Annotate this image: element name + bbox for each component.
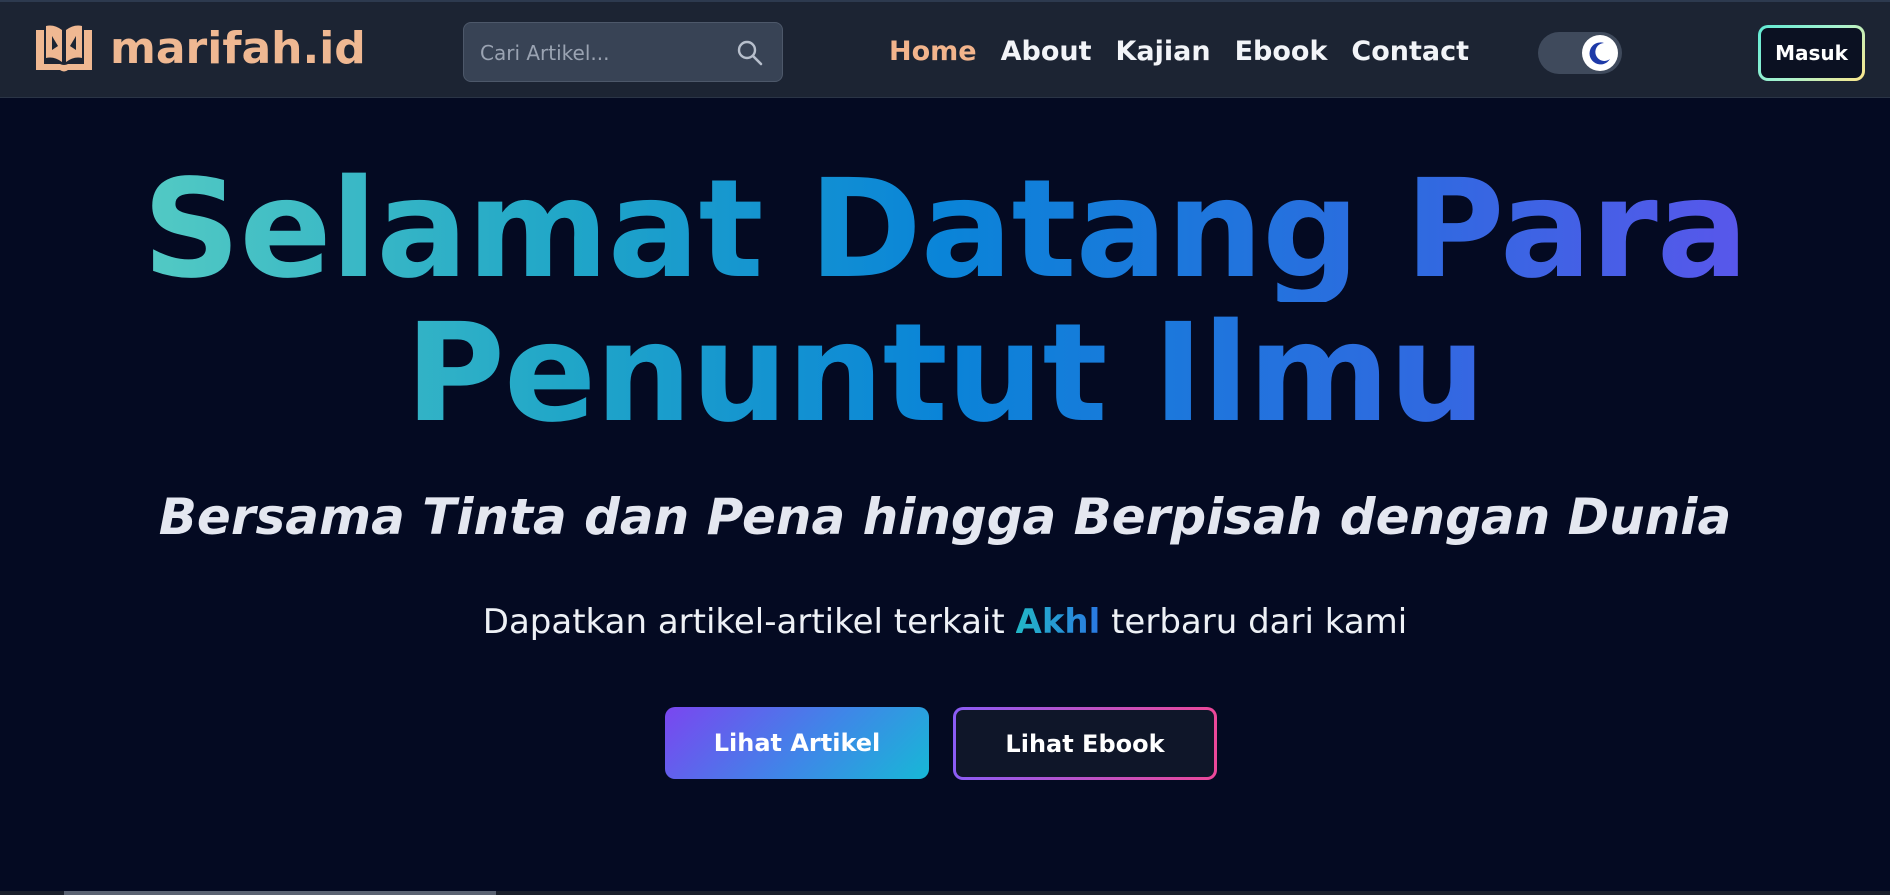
theme-toggle[interactable] xyxy=(1538,32,1622,74)
scrollbar-thumb[interactable] xyxy=(64,891,496,895)
horizontal-scrollbar[interactable] xyxy=(0,891,1890,895)
hero-tagline: Bersama Tinta dan Pena hingga Berpisah d… xyxy=(158,488,1732,546)
site-logo[interactable]: marifah.id xyxy=(32,20,366,76)
hero-title-line-2: Penuntut Ilmu xyxy=(0,302,1890,446)
site-name: marifah.id xyxy=(110,22,366,74)
view-ebook-button[interactable]: Lihat Ebook xyxy=(953,707,1217,780)
nav-ebook[interactable]: Ebook xyxy=(1235,30,1328,74)
search-input[interactable] xyxy=(478,23,722,83)
hero-subtitle: Dapatkan artikel-artikel terkait Akhl te… xyxy=(0,602,1890,642)
open-book-icon xyxy=(36,25,92,72)
nav-home[interactable]: Home xyxy=(889,30,977,74)
nav-about[interactable]: About xyxy=(1001,30,1092,74)
nav-contact[interactable]: Contact xyxy=(1351,30,1469,74)
login-button[interactable]: Masuk xyxy=(1758,25,1865,81)
toggle-knob xyxy=(1582,35,1618,71)
top-navbar: marifah.id Home About Kajian Ebook Conta… xyxy=(0,0,1890,98)
main-nav: Home About Kajian Ebook Contact xyxy=(889,30,1493,74)
search-icon[interactable] xyxy=(736,39,764,67)
subtitle-text-after: terbaru dari kami xyxy=(1100,602,1408,642)
hero-title-line-1: Selamat Datang Para xyxy=(0,158,1890,302)
hero-title: Selamat Datang Para Penuntut Ilmu xyxy=(0,158,1890,446)
subtitle-highlight: Akhl xyxy=(1015,602,1101,642)
view-articles-button[interactable]: Lihat Artikel xyxy=(665,707,929,779)
subtitle-text-before: Dapatkan artikel-artikel terkait xyxy=(482,602,1016,642)
moon-icon xyxy=(1589,42,1610,65)
search-box[interactable] xyxy=(463,22,783,83)
nav-kajian[interactable]: Kajian xyxy=(1116,30,1211,74)
